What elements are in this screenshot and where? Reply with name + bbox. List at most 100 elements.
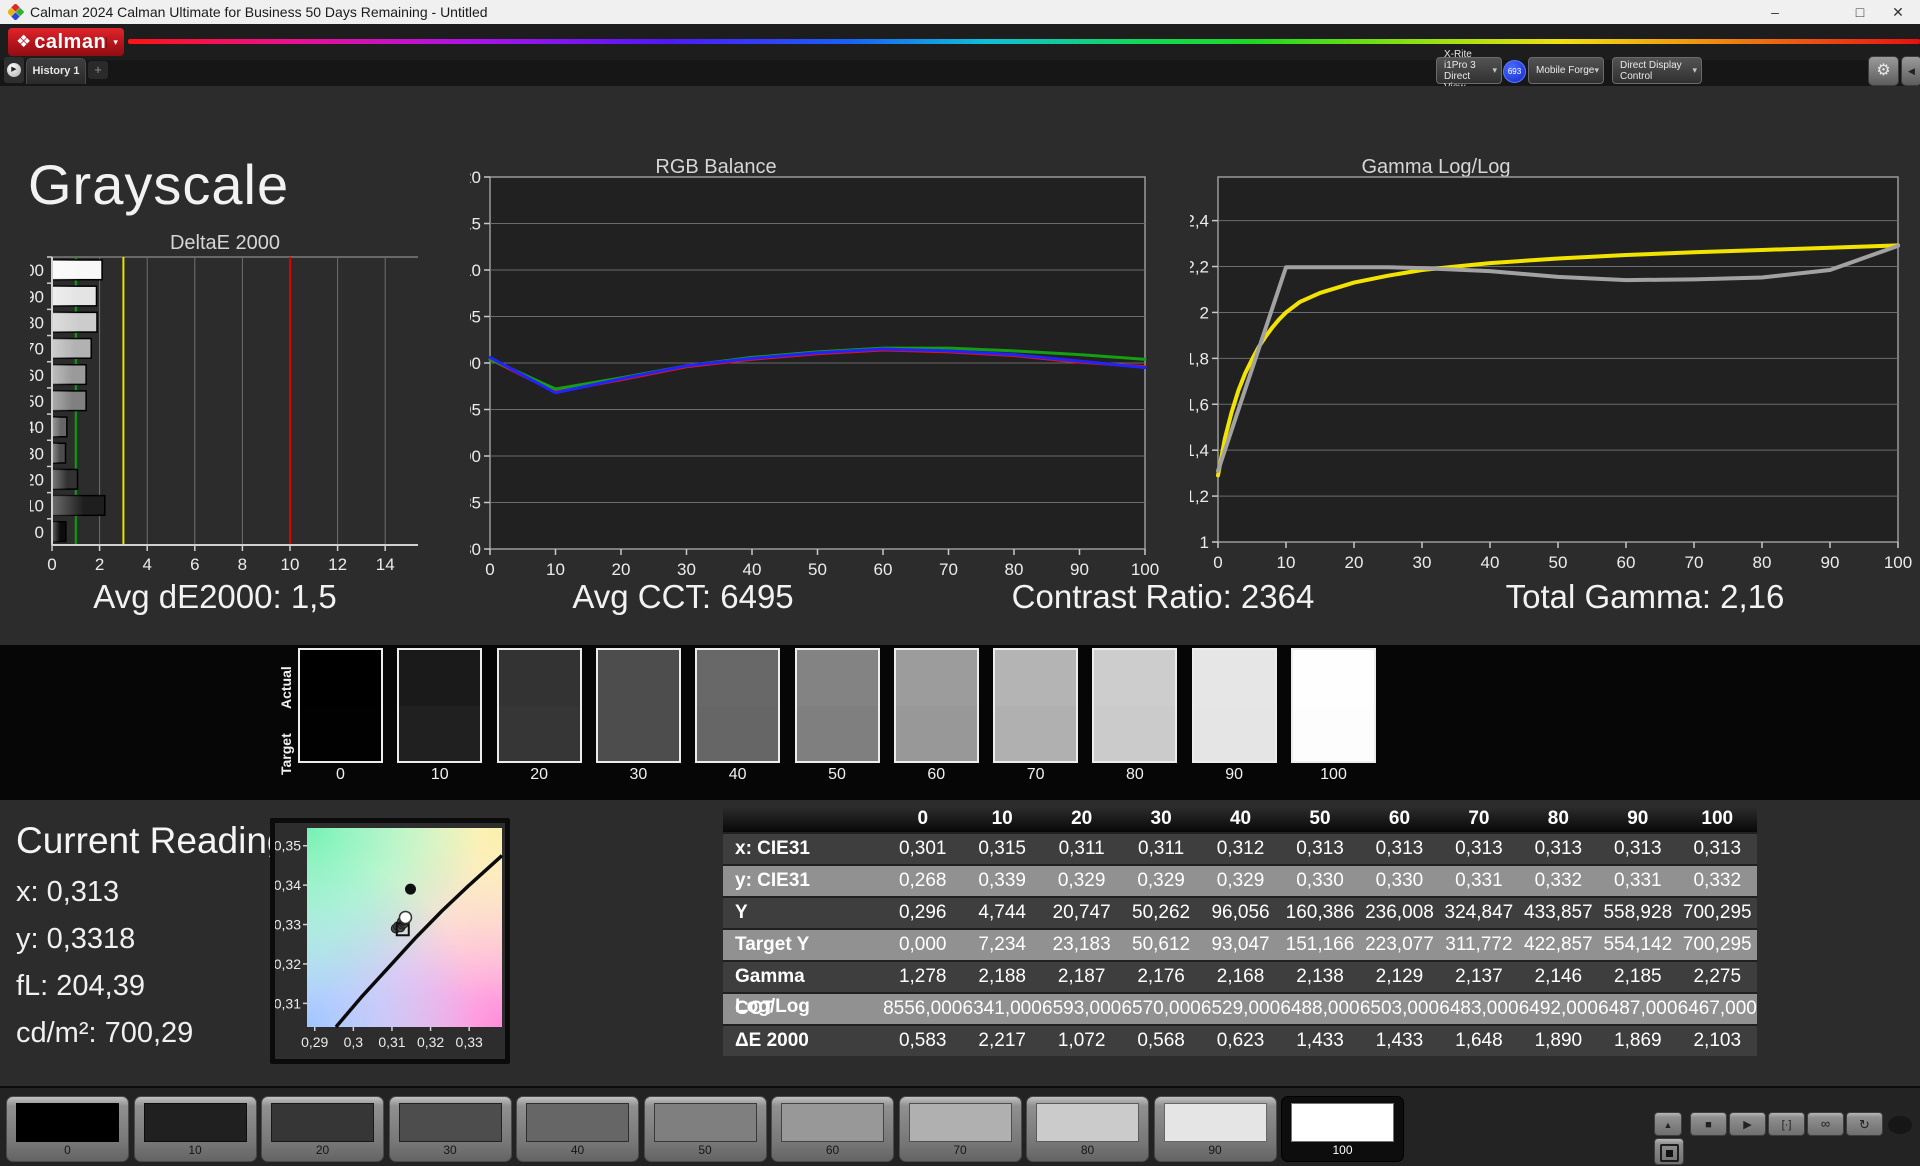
brand-name: calman xyxy=(34,30,107,53)
stop-button[interactable]: ■ xyxy=(1690,1112,1727,1136)
add-tab-button[interactable]: + xyxy=(88,61,108,79)
pattern-button-90[interactable]: 90 xyxy=(1153,1096,1277,1162)
table-cell: 311,772 xyxy=(1445,934,1513,955)
pattern-button-50[interactable]: 50 xyxy=(643,1096,767,1162)
table-row-label: CCT xyxy=(735,998,775,1019)
table-col-header: 20 xyxy=(1071,808,1093,829)
table-cell: 236,008 xyxy=(1365,902,1434,923)
source-status-bar xyxy=(1529,58,1532,83)
reading-y: y: 0,3318 xyxy=(16,923,136,955)
rgb-ytick-label: 95 xyxy=(470,401,481,420)
maximize-button[interactable]: □ xyxy=(1843,0,1877,24)
deltae-bar-sheen xyxy=(52,495,105,516)
pattern-button-70[interactable]: 70 xyxy=(898,1096,1022,1162)
table-row-label: Target Y xyxy=(735,934,810,955)
deltae-ytick-label: 30 xyxy=(30,444,44,463)
table-cell: 0,329 xyxy=(1216,870,1265,891)
gamma-ytick-label: 1,8 xyxy=(1190,349,1209,368)
pattern-window-button[interactable] xyxy=(1654,1138,1684,1165)
deltae-bar-sheen xyxy=(52,469,78,490)
pattern-button-0[interactable]: 0 xyxy=(6,1096,129,1162)
close-button[interactable]: ✕ xyxy=(1881,0,1915,24)
table-row-1: x: CIE31 0,301 0,315 0,311 0,311 0,312 0,313 0,… xyxy=(723,832,1757,864)
swatch-target xyxy=(1193,705,1275,761)
pattern-chip xyxy=(781,1103,884,1142)
cie-measurement-dot-10pct xyxy=(404,883,416,895)
tab-history-1[interactable]: History 1 xyxy=(26,58,86,84)
display-control-select[interactable]: Direct Display Control ▾ xyxy=(1612,57,1702,84)
gamma-xtick-label: 90 xyxy=(1821,553,1840,572)
refresh-button[interactable]: ↻ xyxy=(1846,1112,1883,1136)
gamma-plot-frame xyxy=(1217,176,1899,543)
gray-swatch-label: 80 xyxy=(1125,766,1144,783)
stop-icon: ■ xyxy=(1705,1119,1712,1131)
pattern-label: 0 xyxy=(64,1143,71,1157)
status-led xyxy=(1888,1116,1912,1134)
lower-panel: Current Reading x: 0,313 y: 0,3318 fL: 2… xyxy=(0,800,1920,1086)
collapse-panel-button[interactable]: ◀ xyxy=(1901,56,1920,86)
table-cell: 23,183 xyxy=(1052,934,1111,955)
table-cell: 0,329 xyxy=(1057,870,1106,891)
cie-chromaticity-panel: 0,31 0,32 0,33 0,34 0,35 0,29 0,3 0,31 0,32 0,33 xyxy=(270,818,510,1064)
gray-swatch-60 xyxy=(893,648,979,763)
swatch-actual xyxy=(1293,650,1374,706)
source-select[interactable]: Mobile Forge ▾ xyxy=(1528,57,1604,84)
pattern-label: 40 xyxy=(570,1143,585,1157)
gray-swatch-30 xyxy=(595,648,681,763)
meter-select[interactable]: X-Rite i1Pro 3 Direct View ▾ xyxy=(1436,49,1502,93)
deltae-xtick-label: 8 xyxy=(238,555,247,574)
pattern-chip xyxy=(271,1103,374,1142)
pattern-chip xyxy=(1036,1103,1139,1142)
table-cell: 2,168 xyxy=(1216,966,1265,987)
table-row-6: CCT 8556,000 6341,000 6593,000 6570,000 6529,… xyxy=(723,992,1757,1024)
table-cell: 0,313 xyxy=(1693,838,1742,859)
measurement-table: 0 10 20 30 40 50 60 70 80 90 100 x: CIE31 0,301 0,315… xyxy=(723,806,1757,1056)
table-cell: 6341,000 xyxy=(962,998,1042,1019)
pattern-button-40[interactable]: 40 xyxy=(516,1096,639,1162)
actual-row-label: Actual xyxy=(278,666,294,709)
table-cell: 93,047 xyxy=(1211,934,1270,955)
table-cell: 0,330 xyxy=(1375,870,1424,891)
table-col-header: 10 xyxy=(991,808,1013,829)
pattern-button-30[interactable]: 30 xyxy=(388,1096,512,1162)
chevron-down-icon: ▾ xyxy=(106,36,124,48)
gamma-xtick-label: 70 xyxy=(1685,553,1704,572)
continuous-measure-button[interactable]: ∞ xyxy=(1807,1112,1844,1136)
gamma-xtick-label: 30 xyxy=(1413,553,1432,572)
pattern-bar-expand-button[interactable]: ▲ xyxy=(1654,1112,1682,1136)
gamma-xtick-label: 50 xyxy=(1549,553,1568,572)
deltae-ytick-label: 90 xyxy=(30,287,44,306)
play-button[interactable]: ▶ xyxy=(1729,1112,1766,1136)
gray-swatch-label: 90 xyxy=(1225,766,1244,783)
pattern-button-60[interactable]: 60 xyxy=(771,1096,894,1162)
deltae-ytick-label: 20 xyxy=(30,471,44,490)
table-cell: 151,166 xyxy=(1285,934,1355,955)
window-icon xyxy=(1659,1144,1679,1162)
table-cell: 558,928 xyxy=(1603,902,1673,923)
deltae-ytick-label: 80 xyxy=(30,313,44,332)
table-cell: 20,747 xyxy=(1052,902,1111,923)
table-col-header: 40 xyxy=(1229,808,1252,829)
pattern-button-80[interactable]: 80 xyxy=(1026,1096,1149,1162)
single-measure-button[interactable]: [·] xyxy=(1768,1112,1805,1136)
tab-scroll-button[interactable]: ▶ xyxy=(4,57,24,83)
minimize-button[interactable]: – xyxy=(1758,0,1792,24)
settings-button[interactable]: ⚙ xyxy=(1868,56,1899,86)
pattern-label: 20 xyxy=(315,1143,330,1157)
rgb-xtick-label: 80 xyxy=(1005,560,1024,579)
pattern-button-10[interactable]: 10 xyxy=(133,1096,257,1162)
calman-menu-button[interactable]: ❖ calman ▾ xyxy=(8,28,124,56)
table-cell: 0,313 xyxy=(1614,838,1662,859)
meter-line1: X-Rite i1Pro 3 xyxy=(1444,48,1476,71)
pattern-button-20[interactable]: 20 xyxy=(261,1096,384,1162)
swatch-actual xyxy=(300,650,381,706)
single-measure-icon: [·] xyxy=(1781,1119,1792,1131)
table-cell: 6529,000 xyxy=(1200,998,1281,1019)
table-row-label: x: CIE31 xyxy=(735,838,810,859)
swatch-actual xyxy=(1193,650,1275,706)
calman-diamond-icon: ❖ xyxy=(16,32,32,51)
cie-ytick-label: 0,32 xyxy=(275,956,301,972)
deltae-xtick-label: 10 xyxy=(281,555,300,574)
pattern-button-100[interactable]: 100 xyxy=(1281,1096,1404,1162)
table-col-header: 60 xyxy=(1388,808,1411,829)
